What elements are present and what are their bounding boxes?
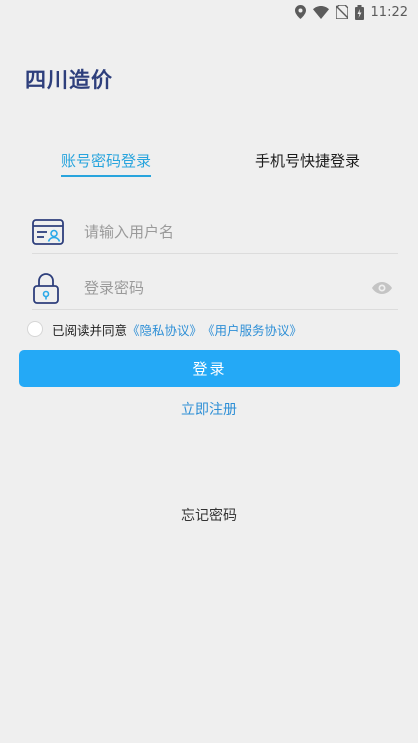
password-input[interactable] bbox=[82, 278, 398, 298]
status-time: 11:22 bbox=[370, 4, 408, 20]
tab-account-password-label: 账号密码登录 bbox=[61, 152, 152, 170]
username-field bbox=[32, 211, 398, 254]
status-bar: 11:22 bbox=[0, 0, 418, 24]
eye-icon[interactable] bbox=[372, 279, 392, 298]
login-tabs: 账号密码登录 手机号快捷登录 bbox=[0, 150, 418, 186]
password-field bbox=[32, 267, 398, 310]
tab-phone-quick-label: 手机号快捷登录 bbox=[255, 152, 361, 170]
login-button[interactable]: 登录 bbox=[19, 350, 400, 387]
no-sim-icon bbox=[335, 5, 348, 19]
forgot-password-link[interactable]: 忘记密码 bbox=[0, 505, 418, 525]
lock-icon bbox=[32, 272, 66, 304]
register-link[interactable]: 立即注册 bbox=[0, 399, 418, 419]
battery-icon bbox=[354, 4, 364, 20]
agreement-prefix: 已阅读并同意 bbox=[52, 322, 128, 338]
privacy-link[interactable]: 《隐私协议》 bbox=[127, 320, 202, 339]
agreement-row: 已阅读并同意 《隐私协议》 《用户服务协议》 bbox=[27, 319, 302, 339]
app-title: 四川造价 bbox=[25, 68, 113, 92]
service-link[interactable]: 《用户服务协议》 bbox=[202, 320, 302, 339]
tab-active-underline bbox=[61, 175, 152, 177]
location-icon bbox=[294, 5, 306, 19]
tab-phone-quick[interactable]: 手机号快捷登录 bbox=[255, 150, 360, 171]
agreement-radio[interactable] bbox=[27, 321, 43, 337]
id-card-icon bbox=[32, 216, 66, 248]
tab-account-password[interactable]: 账号密码登录 bbox=[61, 150, 152, 177]
wifi-icon bbox=[312, 5, 329, 19]
username-input[interactable] bbox=[82, 222, 398, 242]
